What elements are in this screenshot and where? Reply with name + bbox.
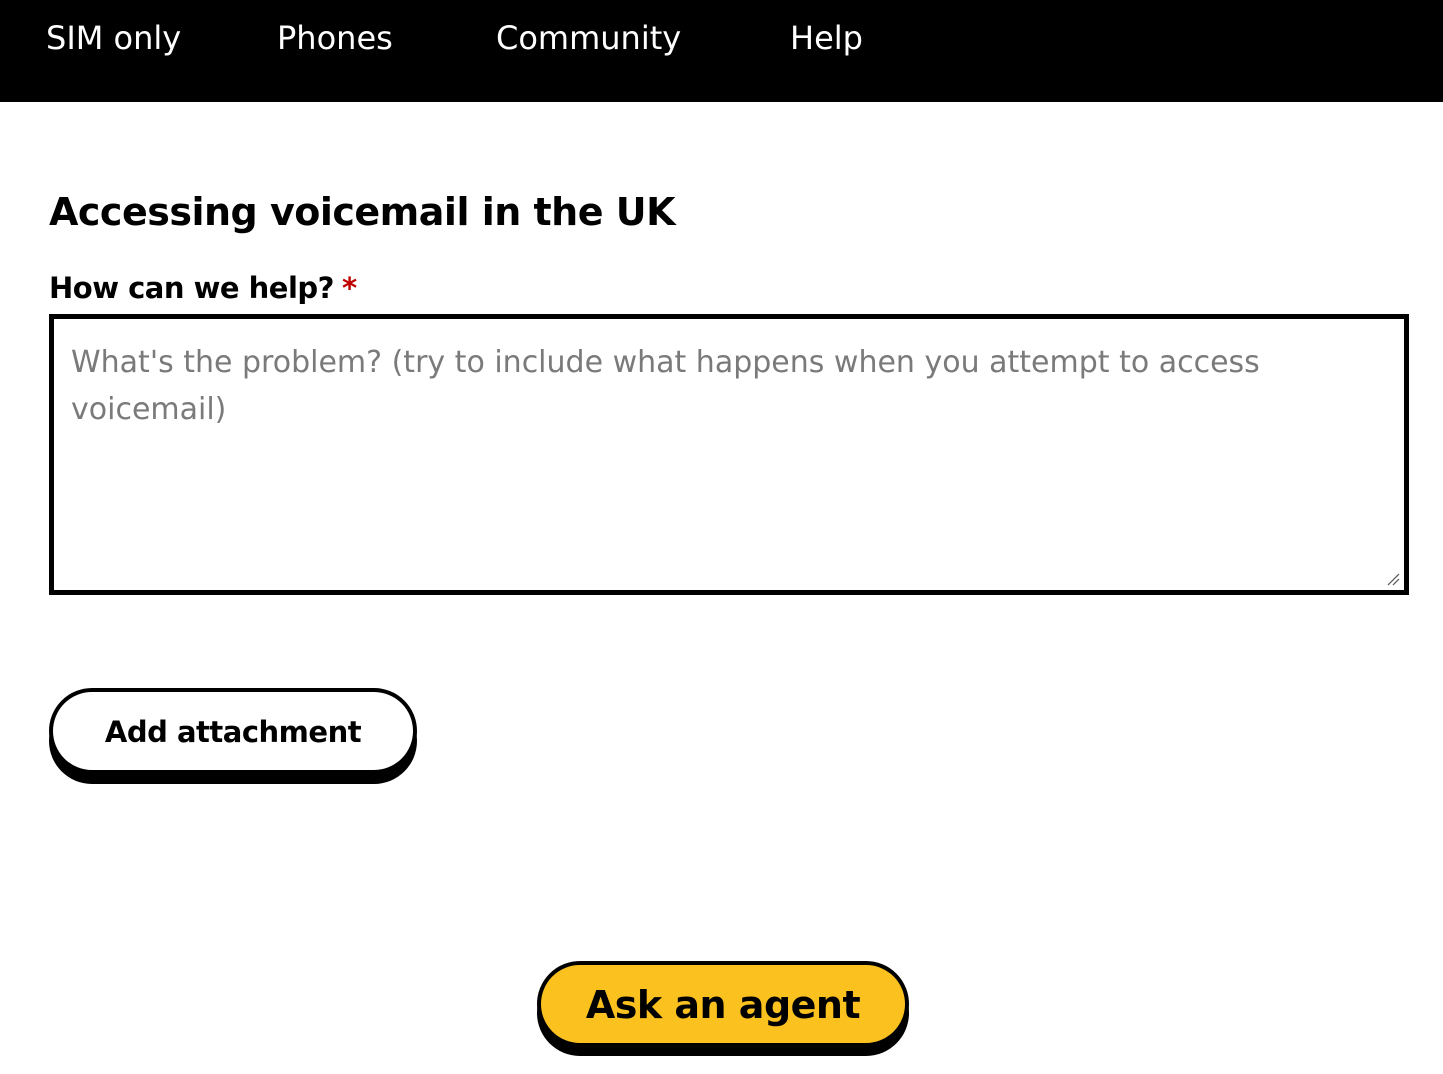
nav-item-phones[interactable]: Phones: [277, 18, 393, 58]
page-title: Accessing voicemail in the UK: [49, 190, 676, 234]
help-field-label-text: How can we help?: [49, 271, 334, 305]
nav-item-help[interactable]: Help: [790, 18, 863, 58]
resize-handle-icon[interactable]: [1386, 572, 1400, 586]
ask-agent-button[interactable]: Ask an agent: [537, 961, 909, 1047]
nav-item-community[interactable]: Community: [496, 18, 681, 58]
nav-item-sim-only[interactable]: SIM only: [46, 18, 181, 58]
add-attachment-button[interactable]: Add attachment: [49, 688, 417, 774]
required-marker: *: [341, 271, 357, 305]
problem-textarea-container: [49, 314, 1409, 595]
top-navigation: SIM only Phones Community Help: [0, 0, 1443, 102]
help-field-label: How can we help? *: [49, 268, 357, 308]
problem-textarea[interactable]: [54, 319, 1404, 590]
